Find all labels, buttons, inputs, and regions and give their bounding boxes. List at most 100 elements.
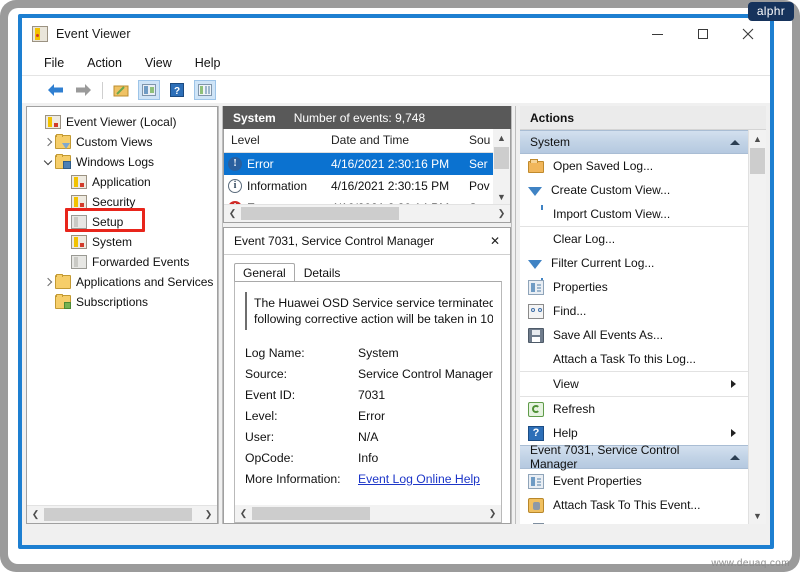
filter-icon [528, 259, 543, 283]
actions-body: System Open Saved Log... Create Custom V… [520, 130, 766, 524]
action-open-saved-log[interactable]: Open Saved Log... [520, 154, 748, 178]
tree-item-label: Event Viewer (Local) [66, 115, 177, 129]
scroll-thumb[interactable] [750, 148, 765, 174]
event-detail-horizontal-scrollbar[interactable]: ❮ ❯ [235, 505, 501, 522]
action-attach-a-task-to-this-log[interactable]: Attach a Task To this Log... [520, 347, 748, 371]
tab-general[interactable]: General [234, 263, 295, 282]
book-icon [71, 215, 87, 229]
forward-arrow-icon[interactable] [72, 80, 94, 100]
menu-item-action[interactable]: Action [87, 56, 122, 70]
open-folder-icon[interactable] [110, 80, 132, 100]
back-arrow-icon[interactable] [44, 80, 66, 100]
scroll-left-icon[interactable]: ❮ [27, 506, 44, 523]
event-count-label: Number of events: 9,748 [293, 110, 426, 125]
tree-item-forwarded-events[interactable]: Forwarded Events [27, 252, 217, 272]
log-icon [71, 175, 87, 189]
column-header-date-and-time[interactable]: Date and Time [324, 129, 462, 152]
tree-item-application[interactable]: Application [27, 172, 217, 192]
scroll-down-icon[interactable]: ▼ [749, 507, 766, 524]
action-attach-task-to-this-event[interactable]: Attach Task To This Event... [520, 493, 748, 517]
minimize-button[interactable] [635, 18, 680, 50]
column-header-level[interactable]: Level [224, 129, 324, 152]
help-icon[interactable]: ? [166, 80, 188, 100]
close-icon[interactable]: ✕ [486, 232, 504, 250]
actions-section-system[interactable]: System [520, 130, 748, 154]
tree-item-custom-views[interactable]: Custom Views [27, 132, 217, 152]
action-create-custom-view[interactable]: Create Custom View... [520, 178, 748, 210]
action-refresh[interactable]: Refresh [520, 396, 748, 421]
event-list-horizontal-scrollbar[interactable]: ❮ ❯ [224, 204, 510, 222]
action-save-all-events-as[interactable]: Save All Events As... [520, 323, 748, 347]
watermark-alphr: alphr [747, 2, 794, 21]
scroll-thumb[interactable] [494, 147, 509, 169]
action-clear-log[interactable]: Clear Log... [520, 226, 748, 251]
event-detail-pane: Event 7031, Service Control Manager ✕ Ge… [223, 227, 511, 524]
maximize-button[interactable] [680, 18, 725, 50]
property-key: More Information: [245, 471, 341, 486]
scroll-thumb[interactable] [241, 207, 399, 220]
property-row: More Information: Event Log Online Help [245, 468, 501, 489]
scroll-up-icon[interactable]: ▲ [749, 130, 766, 147]
menu-item-help[interactable]: Help [195, 56, 221, 70]
tree-item-system[interactable]: System [27, 232, 217, 252]
pane-splitter-right[interactable] [511, 106, 516, 524]
property-value: System [358, 345, 399, 360]
table-row[interactable]: ! Error 4/16/2021 2:30:16 PM Ser [224, 153, 493, 175]
log-icon [71, 235, 87, 249]
tree-item-security[interactable]: Security [27, 192, 217, 212]
event-list-vertical-scrollbar[interactable]: ▲ ▼ [493, 129, 510, 205]
chevron-right-icon[interactable] [41, 272, 55, 292]
scroll-right-icon[interactable]: ❯ [484, 505, 501, 522]
property-value: N/A [358, 429, 379, 444]
chevron-right-icon[interactable] [41, 132, 55, 152]
scroll-left-icon[interactable]: ❮ [235, 505, 252, 522]
folder-logs-icon [55, 154, 71, 169]
scroll-thumb[interactable] [252, 507, 370, 520]
action-view[interactable]: View [520, 371, 748, 396]
property-key: OpCode: [245, 450, 294, 465]
scroll-right-icon[interactable]: ❯ [200, 506, 217, 523]
show-action-pane-icon[interactable] [194, 80, 216, 100]
folder-subscription-icon [55, 294, 71, 309]
menu-item-view[interactable]: View [145, 56, 172, 70]
scroll-thumb[interactable] [44, 508, 192, 521]
scroll-up-icon[interactable]: ▲ [493, 129, 510, 146]
folder-filter-icon [55, 134, 71, 149]
action-import-custom-view[interactable]: Import Custom View... [520, 202, 748, 226]
tree-item-windows-logs[interactable]: Windows Logs [27, 152, 217, 172]
scroll-right-icon[interactable]: ❯ [493, 205, 510, 222]
cell-datetime: 4/16/2021 2:30:15 PM [331, 179, 450, 193]
action-label: Save All Events As... [553, 328, 664, 342]
action-find[interactable]: Find... [520, 299, 748, 323]
scroll-left-icon[interactable]: ❮ [224, 205, 241, 222]
properties-icon[interactable] [138, 80, 160, 100]
property-row: Log Name: System [245, 342, 501, 363]
status-bar [22, 527, 770, 545]
column-header-source[interactable]: Sou [462, 129, 493, 152]
tree-item-applications-and-services-logs[interactable]: Applications and Services Log [27, 272, 217, 292]
action-filter-current-log[interactable]: Filter Current Log... [520, 251, 748, 283]
menu-item-file[interactable]: File [44, 56, 64, 70]
action-event-properties[interactable]: Event Properties [520, 469, 748, 493]
tab-details[interactable]: Details [295, 263, 350, 282]
tree-item-subscriptions[interactable]: Subscriptions [27, 292, 217, 312]
action-copy[interactable]: Copy [520, 517, 748, 524]
actions-vertical-scrollbar[interactable]: ▲ ▼ [748, 130, 766, 524]
tree-item-setup[interactable]: Setup [27, 212, 217, 232]
tree-item-event-viewer-local[interactable]: Event Viewer (Local) [27, 112, 217, 132]
actions-section-event[interactable]: Event 7031, Service Control Manager [520, 443, 748, 471]
tree-horizontal-scrollbar[interactable]: ❮ ❯ [27, 505, 217, 523]
event-viewer-window: Event Viewer File Action View Help ? Eve… [18, 14, 774, 549]
action-help[interactable]: ? Help [520, 421, 748, 445]
chevron-up-icon[interactable] [730, 454, 740, 460]
chevron-up-icon[interactable] [730, 139, 740, 145]
chevron-down-icon[interactable] [41, 152, 55, 172]
scroll-down-icon[interactable]: ▼ [493, 188, 510, 205]
property-value: Error [358, 408, 386, 423]
no-icon [528, 232, 544, 247]
table-row[interactable]: i Information 4/16/2021 2:30:15 PM Pov [224, 175, 493, 197]
actions-section-title: System [530, 135, 571, 149]
close-button[interactable] [725, 18, 770, 50]
action-properties[interactable]: Properties [520, 275, 748, 299]
event-log-online-help-link[interactable]: Event Log Online Help [358, 472, 480, 486]
